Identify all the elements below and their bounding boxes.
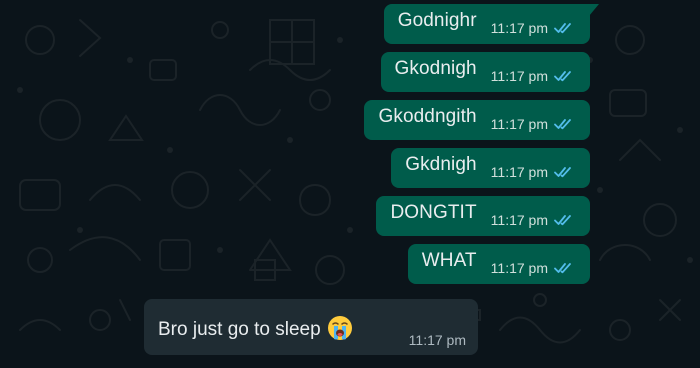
message-time: 11:17 pm <box>490 68 548 84</box>
bubble-tail <box>589 4 599 16</box>
outgoing-message[interactable]: Gkdnigh 11:17 pm <box>391 148 590 188</box>
message-time: 11:17 pm <box>490 116 548 132</box>
message-time: 11:17 pm <box>490 20 548 36</box>
message-time: 11:17 pm <box>490 212 548 228</box>
read-ticks-icon <box>554 23 571 34</box>
outgoing-message[interactable]: WHAT 11:17 pm <box>407 244 590 284</box>
message-meta: 11:17 pm <box>491 68 574 84</box>
outgoing-message[interactable]: Godnighr 11:17 pm <box>383 4 599 44</box>
read-ticks-icon <box>554 71 571 82</box>
loudly-crying-face-icon <box>327 316 352 340</box>
message-meta: 11:17 pm <box>491 116 574 132</box>
read-ticks-icon <box>554 119 571 130</box>
message-time: 11:17 pm <box>408 332 466 348</box>
chat-area: Godnighr 11:17 pm Gkodnigh 11:17 pm Gkod… <box>0 0 700 368</box>
read-ticks-icon <box>554 263 571 274</box>
message-meta: 11:17 pm <box>491 260 574 276</box>
message-text: DONGTIT <box>390 202 477 223</box>
message-time: 11:17 pm <box>490 164 548 180</box>
outgoing-message[interactable]: Gkoddngith 11:17 pm <box>364 100 590 140</box>
message-text: Gkodnigh <box>394 58 477 79</box>
message-meta: 11:17 pm <box>491 20 574 36</box>
message-meta: 11:17 pm <box>491 164 574 180</box>
message-time: 11:17 pm <box>490 260 548 276</box>
message-text: Gkoddngith <box>378 106 477 127</box>
message-text: Godnighr <box>397 10 477 31</box>
message-meta: 11:17 pm <box>491 212 574 228</box>
message-text: Bro just go to sleep <box>158 319 321 340</box>
read-ticks-icon <box>554 167 571 178</box>
read-ticks-icon <box>554 215 571 226</box>
message-text-container: Bro just go to sleep <box>158 315 353 341</box>
outgoing-message[interactable]: Gkodnigh 11:17 pm <box>380 52 590 92</box>
outgoing-message[interactable]: DONGTIT 11:17 pm <box>376 196 590 236</box>
message-text: WHAT <box>421 250 477 271</box>
incoming-message[interactable]: Bro just go to sleep 11:17 pm <box>144 299 478 355</box>
message-text: Gkdnigh <box>405 154 477 175</box>
